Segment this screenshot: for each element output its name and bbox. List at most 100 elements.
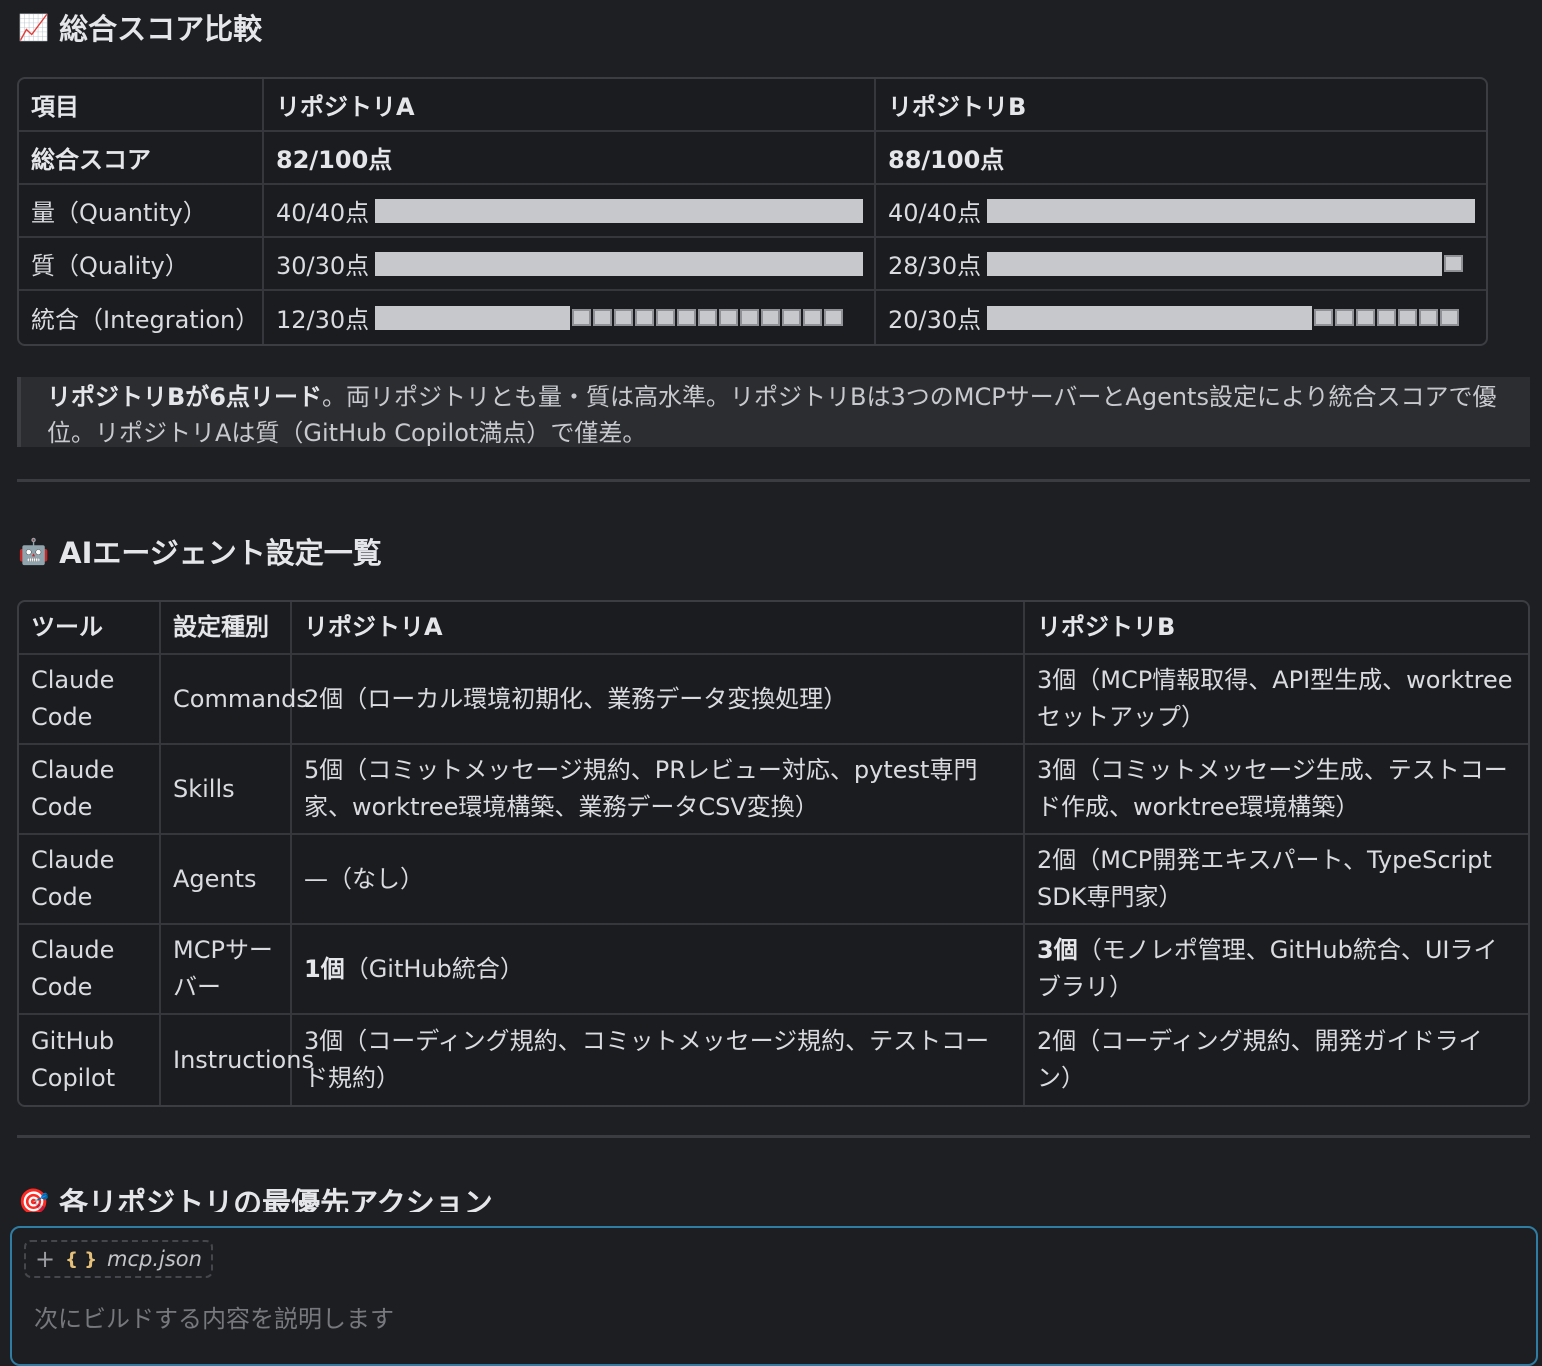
score-b-cell: 20/30点	[876, 291, 1486, 344]
bar-empty-block	[740, 309, 760, 326]
header-cell: リポジトリB	[876, 79, 1486, 132]
repo-b-cell: 3個（MCP情報取得、API型生成、worktreeセットアップ）	[1025, 655, 1528, 745]
kind-cell: Agents	[161, 835, 292, 925]
score-comparison-table: 項目 リポジトリA リポジトリB 総合スコア 82/100点 88/100点 量…	[17, 77, 1488, 346]
table-row: 統合（Integration） 12/30点 20/30点	[19, 291, 1486, 344]
table-row: Claude Code Commands 2個（ローカル環境初期化、業務データ変…	[19, 655, 1528, 745]
bar-empty-block	[1335, 309, 1355, 326]
tool-cell: Claude Code	[19, 925, 161, 1015]
score-b-cell: 40/40点	[876, 185, 1486, 238]
repo-a-cell: 5個（コミットメッセージ規約、PRレビュー対応、pytest専門家、worktr…	[292, 745, 1025, 835]
table-header-row: 項目 リポジトリA リポジトリB	[19, 79, 1486, 132]
bar-fill	[987, 305, 1313, 330]
repo-b-cell: 3個（コミットメッセージ生成、テストコード作成、worktree環境構築）	[1025, 745, 1528, 835]
repo-b-cell: 2個（MCP開発エキスパート、TypeScript SDK専門家）	[1025, 835, 1528, 925]
kind-cell: Commands	[161, 655, 309, 745]
score-bar	[987, 305, 1460, 330]
score-a-text: 40/40点	[276, 199, 370, 227]
prompt-input[interactable]	[32, 1304, 1516, 1334]
bar-fill	[987, 198, 1476, 223]
row-label: 統合（Integration）	[19, 291, 264, 344]
section-heading-score: 📈 総合スコア比較	[18, 6, 262, 48]
score-a-cell: 40/40点	[264, 185, 876, 238]
table-row: GitHub Copilot Instructions 3個（コーディング規約、…	[19, 1015, 1528, 1105]
score-bar	[375, 198, 864, 223]
bar-empty-block	[1356, 309, 1376, 326]
tool-cell: Claude Code	[19, 655, 161, 745]
section-heading-actions: 🎯 各リポジトリの最優先アクション	[18, 1180, 493, 1212]
agent-settings-table: ツール 設定種別 リポジトリA リポジトリB Claude Code Comma…	[17, 600, 1530, 1107]
bar-empty-block	[1398, 309, 1418, 326]
plus-icon[interactable]: +	[35, 1245, 55, 1273]
bar-empty-block	[698, 309, 718, 326]
section-heading-agents: 🤖 AIエージェント設定一覧	[18, 530, 382, 572]
count-bold: 3個	[1037, 936, 1078, 964]
repo-a-cell: 2個（ローカル環境初期化、業務データ変換処理）	[292, 655, 1025, 745]
divider	[17, 1135, 1530, 1138]
header-cell: リポジトリB	[1025, 602, 1528, 655]
bar-empty-block	[1419, 309, 1439, 326]
bar-empty-block	[782, 309, 802, 326]
attachment-filename: mcp.json	[107, 1247, 202, 1271]
section-title: 各リポジトリの最優先アクション	[59, 1186, 493, 1212]
score-b-text: 28/30点	[888, 252, 982, 280]
score-b-cell: 28/30点	[876, 238, 1486, 291]
tool-cell: Claude Code	[19, 745, 161, 835]
bar-empty-block	[719, 309, 739, 326]
bar-empty-block	[1444, 255, 1464, 272]
tool-cell: Claude Code	[19, 835, 161, 925]
robot-icon: 🤖	[18, 536, 50, 566]
section-title: 総合スコア比較	[59, 12, 263, 46]
bar-empty-block	[677, 309, 697, 326]
score-a-text: 12/30点	[276, 306, 370, 334]
table-row: 質（Quality） 30/30点 28/30点	[19, 238, 1486, 291]
bar-empty-block	[572, 309, 592, 326]
count-bold: 1個	[304, 954, 345, 983]
bar-fill	[375, 251, 864, 276]
bar-fill	[375, 305, 571, 330]
bar-fill	[375, 198, 864, 223]
target-icon: 🎯	[18, 1186, 50, 1213]
score-b: 88/100点	[876, 132, 1486, 185]
row-label: 質（Quality）	[19, 238, 264, 291]
score-a-cell: 12/30点	[264, 291, 876, 344]
section-heading-actions-clip: 🎯 各リポジトリの最優先アクション	[18, 1180, 493, 1212]
json-file-icon: { }	[65, 1248, 98, 1270]
table-row: Claude Code MCPサーバー 1個（GitHub統合） 3個（モノレポ…	[19, 925, 1528, 1015]
repo-b-cell: 3個（モノレポ管理、GitHub統合、UIライブラリ）	[1025, 925, 1528, 1015]
count-detail: （モノレポ管理、GitHub統合、UIライブラリ）	[1037, 936, 1498, 1001]
header-cell: ツール	[19, 602, 161, 655]
score-b-text: 40/40点	[888, 199, 982, 227]
bar-empty-block	[803, 309, 823, 326]
repo-a-cell: 3個（コーディング規約、コミットメッセージ規約、テストコード規約）	[292, 1015, 1025, 1105]
table-row: 量（Quantity） 40/40点 40/40点	[19, 185, 1486, 238]
bar-empty-block	[1440, 309, 1460, 326]
header-cell: リポジトリA	[264, 79, 876, 132]
row-label: 総合スコア	[19, 132, 264, 185]
bar-empty-block	[761, 309, 781, 326]
table-header-row: ツール 設定種別 リポジトリA リポジトリB	[19, 602, 1528, 655]
count-detail: （GitHub統合）	[344, 954, 524, 983]
tool-cell: GitHub Copilot	[19, 1015, 161, 1105]
repo-a-cell: —（なし）	[292, 835, 1025, 925]
score-bar	[375, 251, 864, 276]
header-cell: リポジトリA	[292, 602, 1025, 655]
attachment-chip[interactable]: + { } mcp.json	[24, 1240, 213, 1278]
summary-lead: リポジトリBが6点リード	[47, 383, 322, 411]
row-label: 量（Quantity）	[19, 185, 264, 238]
table-row-total: 総合スコア 82/100点 88/100点	[19, 132, 1486, 185]
bar-empty-block	[614, 309, 634, 326]
score-a-text: 30/30点	[276, 252, 370, 280]
section-title: AIエージェント設定一覧	[59, 536, 382, 570]
score-a-cell: 30/30点	[264, 238, 876, 291]
score-a: 82/100点	[264, 132, 876, 185]
score-b-text: 20/30点	[888, 306, 982, 334]
bar-empty-block	[1314, 309, 1334, 326]
kind-cell: MCPサーバー	[161, 925, 292, 1015]
bar-empty-block	[593, 309, 613, 326]
header-cell: 項目	[19, 79, 264, 132]
chat-composer[interactable]: + { } mcp.json	[10, 1226, 1538, 1366]
bar-empty-block	[1377, 309, 1397, 326]
bar-fill	[987, 251, 1443, 276]
kind-cell: Instructions	[161, 1015, 314, 1105]
